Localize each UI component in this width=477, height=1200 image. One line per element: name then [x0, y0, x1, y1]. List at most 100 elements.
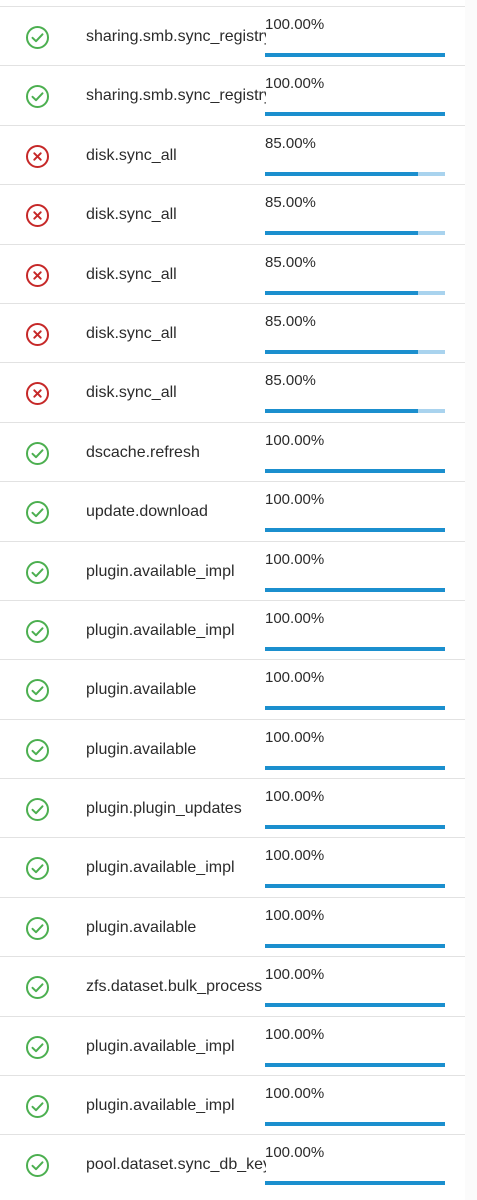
check-circle-icon [25, 1153, 50, 1178]
job-row[interactable]: dscache.refresh 100.00% [0, 421, 465, 481]
job-progress-percent: 85.00% [265, 194, 316, 212]
error-circle-icon [25, 144, 50, 169]
job-name: sharing.smb.sync_registry [86, 87, 266, 105]
job-row[interactable]: disk.sync_all 85.00% [0, 362, 465, 421]
check-circle-icon [25, 500, 50, 525]
job-progress-bar [265, 409, 445, 414]
job-progress-percent: 100.00% [265, 1144, 325, 1162]
job-progress-fill [265, 706, 445, 711]
error-circle-icon [25, 322, 50, 347]
job-progress-bar [265, 231, 445, 236]
job-name: disk.sync_all [86, 146, 177, 164]
check-circle-icon [25, 1035, 50, 1060]
job-name: disk.sync_all [86, 324, 177, 342]
job-progress-percent: 100.00% [265, 728, 325, 746]
job-progress-percent: 100.00% [265, 669, 325, 687]
job-progress-fill [265, 1122, 445, 1127]
job-progress-bar [265, 587, 445, 592]
job-row[interactable]: plugin.available_impl 100.00% [0, 540, 465, 600]
job-progress-bar [265, 349, 445, 354]
job-progress-fill [265, 171, 418, 176]
check-circle-icon [25, 1094, 50, 1119]
job-name: plugin.plugin_updates [86, 800, 242, 818]
job-progress-fill [265, 884, 445, 889]
job-progress-bar [265, 1003, 445, 1008]
job-row[interactable]: disk.sync_all 85.00% [0, 184, 465, 243]
job-progress-fill [265, 943, 445, 948]
job-name: disk.sync_all [86, 265, 177, 283]
job-list: sharing.smb.sync_registry 100.00% sharing.… [0, 6, 465, 1194]
job-progress-percent: 100.00% [265, 1025, 325, 1043]
check-circle-icon [25, 619, 50, 644]
job-progress-bar [265, 706, 445, 711]
job-row[interactable]: plugin.available_impl 100.00% [0, 837, 465, 896]
job-row[interactable]: plugin.available_impl 100.00% [0, 599, 465, 659]
job-progress-fill [265, 1062, 445, 1067]
job-progress-bar [265, 1122, 445, 1127]
job-name: plugin.available_impl [86, 1037, 235, 1055]
job-row[interactable]: disk.sync_all 85.00% [0, 243, 465, 303]
job-name: disk.sync_all [86, 206, 177, 224]
job-progress-fill [265, 231, 418, 236]
job-progress-fill [265, 1181, 445, 1186]
job-progress-bar [265, 1181, 445, 1186]
job-row[interactable]: disk.sync_all 85.00% [0, 124, 465, 184]
job-name: plugin.available_impl [86, 1097, 235, 1115]
check-circle-icon [25, 560, 50, 585]
job-progress-fill [265, 349, 418, 354]
job-progress-fill [265, 1003, 445, 1008]
job-progress-fill [265, 409, 418, 414]
job-progress-percent: 85.00% [265, 253, 316, 271]
job-progress-bar [265, 884, 445, 889]
job-progress-percent: 100.00% [265, 491, 325, 509]
job-row[interactable]: zfs.dataset.bulk_process 100.00% [0, 956, 465, 1015]
job-progress-percent: 100.00% [265, 906, 325, 924]
job-row[interactable]: update.download 100.00% [0, 481, 465, 540]
job-progress-fill [265, 528, 445, 533]
job-progress-fill [265, 825, 445, 830]
job-progress-percent: 100.00% [265, 788, 325, 806]
job-name: plugin.available [86, 740, 197, 758]
job-progress-bar [265, 290, 445, 295]
job-row[interactable]: plugin.plugin_updates 100.00% [0, 778, 465, 837]
check-circle-icon [25, 84, 50, 109]
job-name: pool.dataset.sync_db_keys [86, 1156, 266, 1174]
job-progress-percent: 85.00% [265, 312, 316, 330]
job-name: plugin.available_impl [86, 621, 235, 639]
job-progress-bar [265, 528, 445, 533]
job-progress-percent: 100.00% [265, 550, 325, 568]
error-circle-icon [25, 203, 50, 228]
job-row[interactable]: pool.dataset.sync_db_keys 100.00% [0, 1134, 465, 1193]
job-progress-percent: 85.00% [265, 372, 316, 390]
check-circle-icon [25, 25, 50, 50]
job-row[interactable]: plugin.available 100.00% [0, 718, 465, 778]
job-row[interactable]: plugin.available 100.00% [0, 896, 465, 956]
job-name: plugin.available_impl [86, 562, 235, 580]
job-name: plugin.available [86, 918, 197, 936]
job-progress-bar [265, 1062, 445, 1067]
job-row[interactable]: sharing.smb.sync_registry 100.00% [0, 65, 465, 124]
job-progress-bar [265, 646, 445, 651]
check-circle-icon [25, 975, 50, 1000]
scrollbar[interactable] [465, 0, 477, 1200]
check-circle-icon [25, 678, 50, 703]
job-name: disk.sync_all [86, 384, 177, 402]
check-circle-icon [25, 797, 50, 822]
job-progress-percent: 100.00% [265, 609, 325, 627]
job-progress-percent: 100.00% [265, 847, 325, 865]
check-circle-icon [25, 856, 50, 881]
job-name: dscache.refresh [86, 443, 200, 461]
job-progress-fill [265, 646, 445, 651]
job-progress-percent: 100.00% [265, 431, 325, 449]
job-row[interactable]: plugin.available_impl 100.00% [0, 1075, 465, 1134]
job-row[interactable]: sharing.smb.sync_registry 100.00% [0, 6, 465, 65]
job-row[interactable]: plugin.available 100.00% [0, 659, 465, 718]
job-name: sharing.smb.sync_registry [86, 28, 266, 45]
check-circle-icon [25, 738, 50, 763]
job-row[interactable]: disk.sync_all 85.00% [0, 302, 465, 362]
job-progress-fill [265, 587, 445, 592]
job-row[interactable]: plugin.available_impl 100.00% [0, 1015, 465, 1075]
check-circle-icon [25, 441, 50, 466]
job-progress-bar [265, 53, 445, 57]
job-progress-fill [265, 290, 418, 295]
